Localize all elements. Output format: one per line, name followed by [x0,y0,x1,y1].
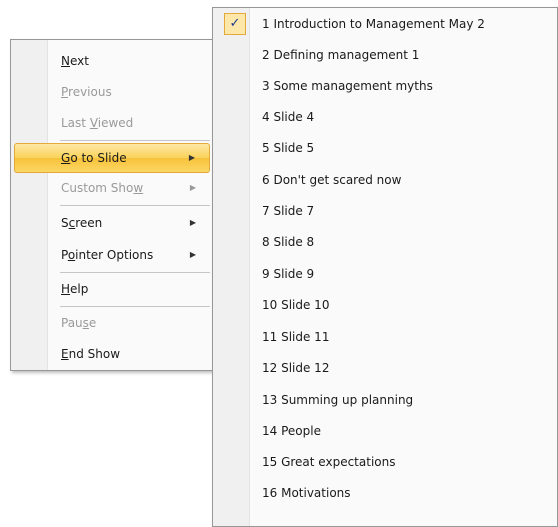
submenu-arrow-icon: ▶ [189,250,196,259]
menu-item-label: inter Options [75,248,154,262]
menu-item-pointer-options[interactable]: Pointer Options ▶ [14,240,210,270]
slide-item-7[interactable]: 7 Slide 7 [216,196,554,227]
menu-item-label: P [61,248,68,262]
menu-item-custom-show: Custom Show ▶ [14,173,210,203]
submenu-arrow-icon: ▶ [189,183,196,192]
slide-item-14[interactable]: 14 People [216,416,554,447]
menu-item-help[interactable]: Help [14,274,210,304]
slide-item-13[interactable]: 13 Summing up planning [216,385,554,416]
go-to-slide-submenu: ✓ 1 Introduction to Management May 2 2 D… [212,7,558,527]
menu-item-label: e [88,316,97,330]
menu-item-accelerator: E [61,347,69,361]
menu-item-label: revious [68,85,112,99]
menu-item-label: elp [70,282,89,296]
menu-item-end-show[interactable]: End Show [14,339,210,369]
menu-item-label: reen [75,216,103,230]
slide-item-11[interactable]: 11 Slide 11 [216,322,554,353]
menu-item-label: S [61,216,69,230]
menu-item-previous: Previous [14,77,210,107]
slideshow-context-menu: Next Previous Last Viewed Go to Slide ▶ … [10,39,214,371]
menu-item-accelerator: N [61,54,70,68]
menu-item-label: ext [69,54,89,68]
menu-item-accelerator: G [61,151,71,165]
menu-item-label: nd Show [68,347,121,361]
menu-item-screen[interactable]: Screen ▶ [14,208,210,238]
slide-item-6[interactable]: 6 Don't get scared now [216,165,554,196]
menu-item-label: iewed [97,116,134,130]
menu-item-accelerator: H [61,282,71,296]
slide-item-3[interactable]: 3 Some management myths [216,71,554,102]
slide-item-4[interactable]: 4 Slide 4 [216,102,554,133]
menu-separator [60,272,210,273]
slide-item-9[interactable]: 9 Slide 9 [216,259,554,290]
menu-item-accelerator: w [133,181,144,195]
menu-item-accelerator: P [61,85,69,99]
menu-item-label: Custom Sho [61,181,134,195]
menu-separator [60,306,210,307]
slide-item-16[interactable]: 16 Motivations [216,478,554,509]
menu-item-pause: Pause [14,308,210,338]
menu-item-label: Pau [61,316,83,330]
menu-item-go-to-slide[interactable]: Go to Slide ▶ [14,143,210,173]
slide-item-1[interactable]: 1 Introduction to Management May 2 [216,9,554,40]
menu-item-last-viewed: Last Viewed [14,108,210,138]
submenu-arrow-icon: ▶ [188,153,195,162]
menu-separator [60,140,210,141]
submenu-arrow-icon: ▶ [189,218,196,227]
slide-item-8[interactable]: 8 Slide 8 [216,227,554,258]
slide-item-10[interactable]: 10 Slide 10 [216,290,554,321]
menu-item-label: o to Slide [70,151,127,165]
slide-item-12[interactable]: 12 Slide 12 [216,353,554,384]
menu-item-label: Last [61,116,90,130]
menu-separator [60,205,210,206]
slide-item-5[interactable]: 5 Slide 5 [216,133,554,164]
slide-item-15[interactable]: 15 Great expectations [216,447,554,478]
menu-item-accelerator: V [89,116,98,130]
menu-item-next[interactable]: Next [14,46,210,76]
slide-item-2[interactable]: 2 Defining management 1 [216,40,554,71]
